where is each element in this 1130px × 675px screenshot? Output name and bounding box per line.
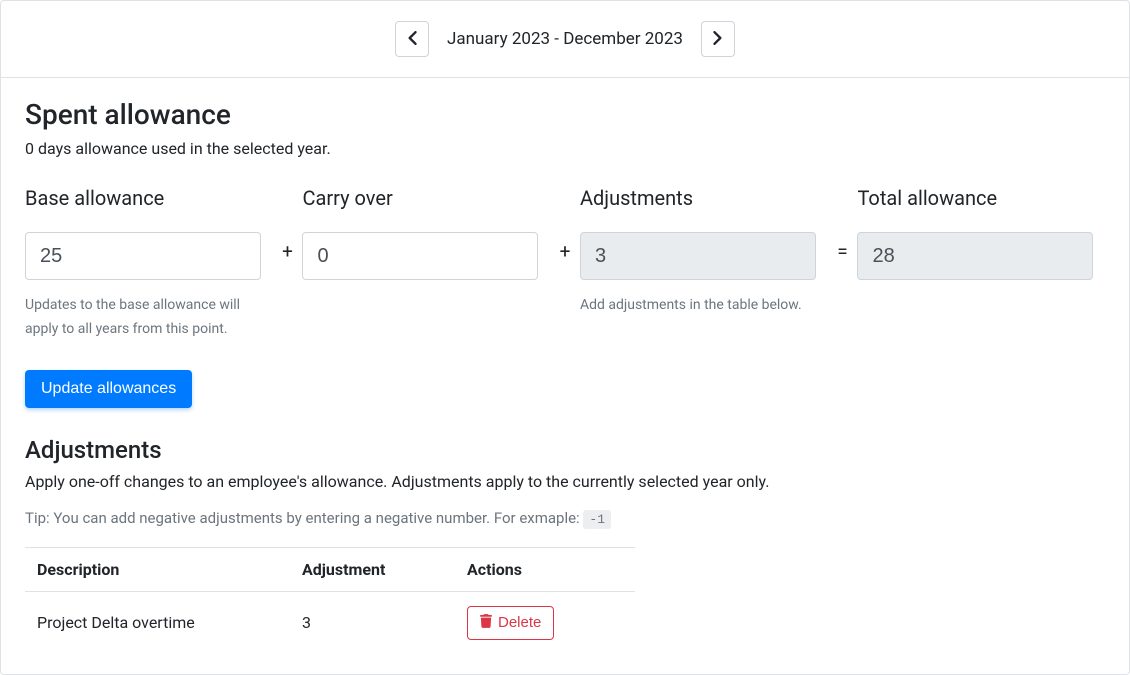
previous-year-button[interactable] <box>395 21 429 57</box>
col-actions: Actions <box>455 547 635 591</box>
page-container: January 2023 - December 2023 Spent allow… <box>0 0 1130 675</box>
year-navigation: January 2023 - December 2023 <box>1 1 1129 78</box>
adjustments-section-description: Apply one-off changes to an employee's a… <box>25 472 1105 491</box>
adjustments-column: Adjustments Add adjustments in the table… <box>580 186 828 318</box>
carry-over-input[interactable] <box>302 232 538 280</box>
base-allowance-input[interactable] <box>25 232 261 280</box>
trash-icon <box>480 614 492 632</box>
adjustments-hint: Add adjustments in the table below. <box>580 294 826 318</box>
spent-allowance-subtitle: 0 days allowance used in the selected ye… <box>25 139 1105 158</box>
row-actions: Delete <box>455 591 635 654</box>
adjustments-input <box>580 232 816 280</box>
total-allowance-input <box>857 232 1093 280</box>
col-adjustment: Adjustment <box>290 547 455 591</box>
allowance-row: Base allowance Updates to the base allow… <box>25 186 1105 342</box>
content-area: Spent allowance 0 days allowance used in… <box>1 78 1129 674</box>
tip-prefix: Tip: You can add negative adjustments by… <box>25 509 583 527</box>
carry-over-column: Carry over <box>302 186 550 280</box>
delete-label: Delete <box>498 614 541 631</box>
plus-sign-2: + <box>550 186 580 263</box>
chevron-left-icon <box>407 31 417 48</box>
col-description: Description <box>25 547 290 591</box>
total-allowance-column: Total allowance <box>857 186 1105 280</box>
spent-allowance-title: Spent allowance <box>25 98 1105 131</box>
year-range-label: January 2023 - December 2023 <box>447 29 683 49</box>
total-allowance-label: Total allowance <box>857 186 1105 210</box>
plus-sign-1: + <box>273 186 303 263</box>
row-description: Project Delta overtime <box>25 591 290 654</box>
chevron-right-icon <box>713 31 723 48</box>
delete-button[interactable]: Delete <box>467 606 554 640</box>
update-allowances-button[interactable]: Update allowances <box>25 370 192 408</box>
equals-sign: = <box>828 186 858 263</box>
base-allowance-hint: Updates to the base allowance will apply… <box>25 294 271 342</box>
row-adjustment: 3 <box>290 591 455 654</box>
adjustments-section-title: Adjustments <box>25 436 1105 464</box>
table-row: Project Delta overtime 3 Delete <box>25 591 635 654</box>
carry-over-label: Carry over <box>302 186 550 210</box>
adjustments-tip: Tip: You can add negative adjustments by… <box>25 509 1105 527</box>
adjustments-table: Description Adjustment Actions Project D… <box>25 547 635 654</box>
next-year-button[interactable] <box>701 21 735 57</box>
adjustments-label: Adjustments <box>580 186 828 210</box>
tip-code: -1 <box>583 510 611 529</box>
base-allowance-label: Base allowance <box>25 186 273 210</box>
base-allowance-column: Base allowance Updates to the base allow… <box>25 186 273 342</box>
